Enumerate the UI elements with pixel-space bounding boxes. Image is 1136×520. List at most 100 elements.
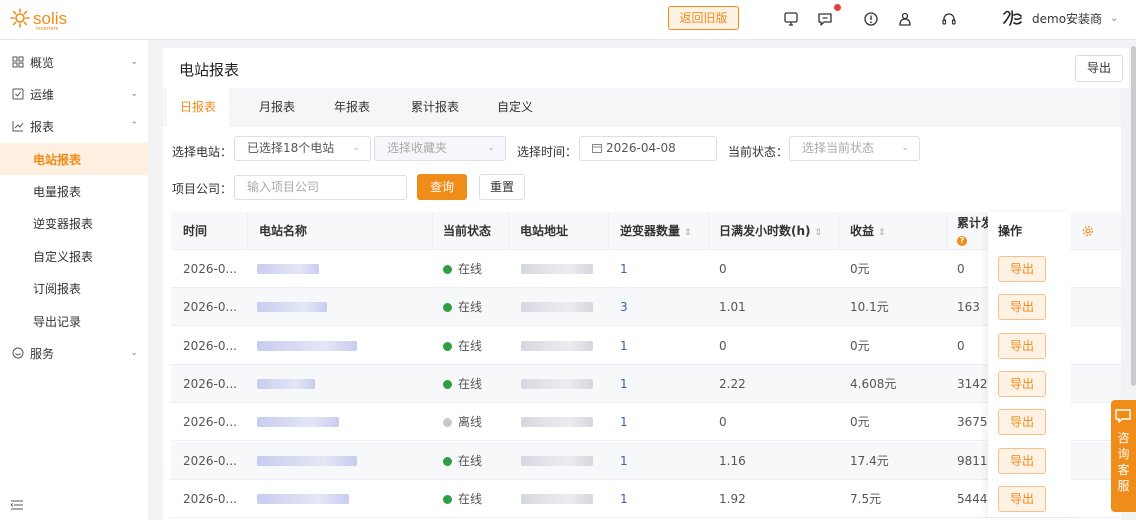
sidebar-item-energy-report[interactable]: 电量报表 [33, 183, 81, 200]
sidebar-group-label: 概览 [30, 55, 55, 70]
cell-full-hours: 0 [719, 262, 727, 276]
cell-inverter-count: 1 [620, 491, 628, 506]
cell-inverter-count: 1 [620, 376, 628, 391]
help-icon[interactable]: ? [957, 236, 967, 246]
chat-bubble-icon [1115, 409, 1131, 423]
redacted-station-name [257, 264, 319, 274]
sort-icon: ⇕ [878, 228, 886, 238]
cell-cumulative: 9811 [957, 453, 987, 468]
message-icon[interactable] [816, 10, 834, 28]
row-export-button[interactable]: 导出 [998, 256, 1046, 282]
online-status-dot [443, 341, 452, 351]
status-text: 在线 [458, 453, 483, 468]
sidebar-item-export-records[interactable]: 导出记录 [33, 313, 81, 330]
chevron-down-icon: ⌄ [901, 143, 909, 153]
cell-income: 4.608元 [850, 376, 897, 391]
redacted-station-address [521, 264, 593, 274]
sidebar-group-maintenance[interactable]: 运维 ⌄ [12, 84, 138, 104]
monitor-icon[interactable] [782, 10, 800, 28]
user-menu[interactable]: demo安装商 ⌄ [1000, 6, 1118, 30]
sidebar-item-inverter-report[interactable]: 逆变器报表 [33, 215, 93, 232]
row-export-button[interactable]: 导出 [998, 447, 1046, 474]
calendar-icon [592, 144, 602, 153]
export-button[interactable]: 导出 [1075, 55, 1123, 82]
page-scrollbar[interactable] [1131, 46, 1136, 386]
favorites-select[interactable]: 选择收藏夹 ⌄ [374, 136, 506, 161]
maintenance-icon [12, 88, 24, 100]
sidebar-group-label: 运维 [30, 87, 55, 102]
table-row[interactable]: 2026-0... 在线 1 1.92 7.5元 54442 [171, 479, 1121, 518]
table-row[interactable]: 2026-0... 离线 1 0 0元 3675 [171, 403, 1121, 442]
col-income[interactable]: 收益 ⇕ [850, 212, 886, 250]
company-input[interactable]: 输入项目公司 [234, 175, 407, 200]
collapse-menu-icon[interactable] [11, 500, 23, 510]
redacted-station-address [521, 378, 593, 389]
person-icon[interactable] [896, 10, 914, 28]
cell-cumulative: 3675 [957, 415, 987, 430]
consult-customer-service-button[interactable]: 咨 询 客 服 [1111, 400, 1136, 512]
sidebar-group-overview[interactable]: 概览 ⌄ [12, 52, 138, 72]
col-full-hours[interactable]: 日满发小时数(h) ⇕ [719, 212, 822, 250]
tab-yearly[interactable]: 年报表 [318, 88, 386, 126]
cell-time: 2026-0... [183, 453, 237, 468]
row-export-button[interactable]: 导出 [998, 370, 1046, 397]
cell-time: 2026-0... [183, 491, 237, 506]
col-inverter-count[interactable]: 逆变器数量 ⇕ [620, 212, 692, 250]
status-select[interactable]: 选择当前状态 ⌄ [789, 136, 920, 161]
cell-full-hours: 2.22 [719, 376, 746, 391]
company-placeholder: 输入项目公司 [247, 180, 320, 194]
sidebar-group-reports[interactable]: 报表 ⌃ [12, 116, 138, 136]
column-settings-icon[interactable] [1082, 225, 1094, 237]
solis-logo[interactable]: solis inverters [10, 8, 68, 32]
sidebar-item-custom-report[interactable]: 自定义报表 [33, 248, 93, 265]
cell-full-hours: 1.92 [719, 491, 746, 506]
row-export-button[interactable]: 导出 [998, 294, 1046, 321]
table-row[interactable]: 2026-0... 在线 1 0 0元 0 [171, 250, 1121, 288]
redacted-station-address [521, 302, 593, 313]
chevron-up-icon: ⌃ [130, 121, 138, 131]
return-old-version-button[interactable]: 返回旧版 [668, 6, 739, 30]
row-export-button[interactable]: 导出 [998, 409, 1046, 436]
main-area: 电站报表 导出 日报表 月报表 年报表 累计报表 自定义 选择电站： 已选择18… [150, 40, 1136, 520]
col-inverter-count-label: 逆变器数量 [620, 224, 681, 238]
cell-cumulative: 0 [957, 262, 965, 276]
table-row[interactable]: 2026-0... 在线 3 1.01 10.1元 163 [171, 288, 1121, 327]
info-icon[interactable] [862, 10, 880, 28]
logo-text: solis [33, 8, 68, 28]
cell-income: 0元 [850, 338, 870, 353]
online-status-dot [443, 494, 452, 504]
tab-cumulative[interactable]: 累计报表 [395, 88, 475, 126]
station-filter-label: 选择电站： [172, 145, 233, 159]
notification-dot [834, 4, 841, 11]
row-export-button[interactable]: 导出 [998, 485, 1046, 512]
headset-icon[interactable] [940, 10, 958, 28]
online-status-dot [443, 456, 452, 466]
cell-status: 在线 [443, 480, 482, 518]
table-row[interactable]: 2026-0... 在线 1 0 0元 0 [171, 326, 1121, 365]
sidebar-item-station-report[interactable]: 电站报表 [33, 151, 81, 168]
table-row[interactable]: 2026-0... 在线 1 2.22 4.608元 31424 [171, 364, 1121, 403]
cell-full-hours: 1.16 [719, 453, 746, 468]
col-address: 电站地址 [520, 224, 569, 238]
logo-subtext: inverters [36, 26, 59, 32]
sidebar-group-service[interactable]: 服务 ⌄ [12, 343, 138, 363]
tab-daily[interactable]: 日报表 [167, 88, 229, 126]
company-filter-label: 项目公司： [172, 182, 233, 196]
query-button[interactable]: 查询 [417, 174, 467, 200]
chevron-down-icon: ⌄ [1110, 12, 1119, 24]
col-divider [247, 212, 248, 250]
offline-status-dot [443, 418, 452, 428]
table-row[interactable]: 2026-0... 在线 1 1.16 17.4元 9811 [171, 441, 1121, 480]
sort-icon: ⇕ [684, 228, 692, 238]
redacted-station-name [257, 302, 327, 313]
row-export-button[interactable]: 导出 [998, 332, 1046, 359]
tab-custom[interactable]: 自定义 [479, 88, 551, 126]
date-picker[interactable]: 2026-04-08 [579, 136, 717, 161]
reset-button[interactable]: 重置 [479, 174, 525, 200]
online-status-dot [443, 379, 452, 389]
station-select[interactable]: 已选择18个电站 ⌄ [234, 136, 371, 161]
cell-income: 7.5元 [850, 491, 882, 506]
cell-status: 离线 [443, 403, 482, 441]
sidebar-item-subscription-report[interactable]: 订阅报表 [33, 280, 81, 297]
tab-monthly[interactable]: 月报表 [243, 88, 311, 126]
